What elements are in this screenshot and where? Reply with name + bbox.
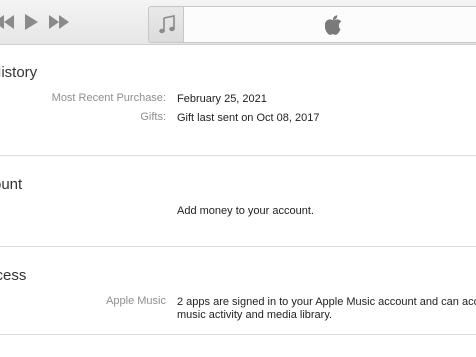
apple-logo-icon xyxy=(325,15,342,35)
gifts-value: Gift last sent on Oct 08, 2017 xyxy=(177,112,320,124)
fast-forward-icon xyxy=(49,15,69,29)
play-button[interactable] xyxy=(25,13,38,31)
rewind-button[interactable] xyxy=(0,13,14,31)
most-recent-purchase-value: February 25, 2021 xyxy=(177,93,267,105)
access-section: Access Apple Music 2 apps are signed in … xyxy=(0,247,476,335)
music-note-icon xyxy=(158,14,175,33)
most-recent-purchase-label: Most Recent Purchase: xyxy=(51,92,166,104)
apple-music-apps-text: 2 apps are signed in to your Apple Music… xyxy=(177,296,476,308)
gifts-label: Gifts: xyxy=(140,111,166,123)
add-money-link[interactable]: Add money to your account. xyxy=(177,204,314,218)
account-info-window: e History Most Recent Purchase: February… xyxy=(0,0,476,357)
account-section: ccount Add money to your account. xyxy=(0,156,476,246)
apple-music-apps-text-2: music activity and media library. xyxy=(177,309,333,321)
rewind-icon xyxy=(0,15,14,29)
apple-music-label: Apple Music xyxy=(106,295,166,307)
section-title: Access xyxy=(0,267,27,284)
transport-controls xyxy=(0,13,80,31)
status-display xyxy=(183,6,476,43)
section-title: ccount xyxy=(0,176,23,193)
fast-forward-button[interactable] xyxy=(49,13,69,31)
divider xyxy=(0,334,476,335)
media-kind-button[interactable] xyxy=(148,6,184,43)
play-icon xyxy=(25,14,38,30)
purchase-history-section: e History Most Recent Purchase: February… xyxy=(0,44,476,156)
toolbar xyxy=(0,0,476,45)
section-title: e History xyxy=(0,64,38,81)
